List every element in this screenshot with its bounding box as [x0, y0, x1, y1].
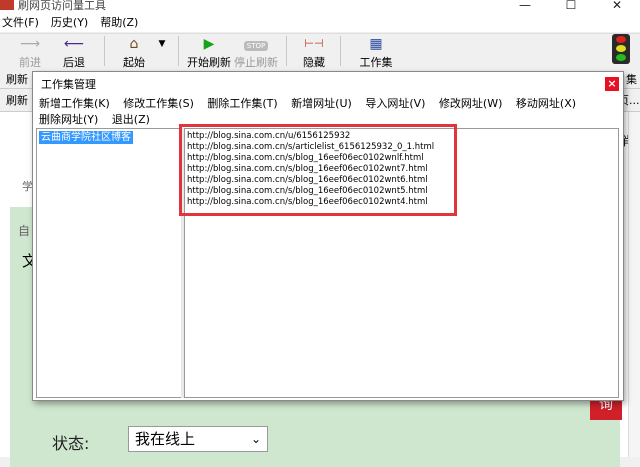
- chevron-down-icon: ⌄: [250, 432, 261, 446]
- stop-badge: STOP: [243, 41, 269, 51]
- play-icon: ▶: [203, 36, 215, 52]
- menu-file[interactable]: 文件(F): [2, 14, 39, 30]
- dialog-title: 工作集管理: [41, 78, 96, 91]
- chevron-down-icon: ▼: [158, 39, 166, 49]
- status-label: 状态:: [52, 434, 90, 453]
- app-logo-icon: [0, 0, 14, 10]
- maximize-button[interactable]: ☐: [548, 0, 594, 12]
- web-left-text-3: 自: [18, 224, 31, 238]
- page-scrollbar[interactable]: [628, 112, 640, 457]
- row1-right-label: 集: [626, 73, 637, 86]
- back-button[interactable]: ⟵ 后退: [54, 36, 94, 70]
- status-select[interactable]: 我在线上 ⌄: [128, 426, 268, 452]
- toolbar: ⟶ 前进 ⟵ 后退 ⌂ 起始 ▼ ▶ 开始刷新 STOP 停止刷新 ⊢⊣ 隐藏 …: [0, 33, 640, 69]
- menu-edit-url[interactable]: 修改网址(W): [439, 96, 502, 112]
- highlight-box: [179, 124, 457, 216]
- menu-history[interactable]: 历史(Y): [51, 14, 88, 30]
- menu-move-url[interactable]: 移动网址(X): [516, 96, 576, 112]
- hide-icon: ⊢⊣: [304, 37, 324, 50]
- workset-icon: ▦: [369, 36, 383, 52]
- menu-delete-url[interactable]: 删除网址(Y): [39, 112, 98, 128]
- toolbar-separator: [286, 36, 287, 66]
- menu-delete-workset[interactable]: 删除工作集(T): [207, 96, 277, 112]
- menu-bar: 文件(F) 历史(Y) 帮助(Z): [0, 12, 640, 32]
- menu-new-url[interactable]: 新增网址(U): [291, 96, 352, 112]
- stop-icon: STOP: [233, 36, 279, 52]
- tree-item-selected[interactable]: 云曲商学院社区博客: [39, 131, 133, 144]
- row1-left-label: 刷新: [6, 73, 28, 86]
- hide-button[interactable]: ⊢⊣ 隐藏: [297, 36, 331, 70]
- start-page-button[interactable]: ⌂ 起始: [116, 36, 152, 70]
- window-controls: — ☐ ✕: [502, 0, 640, 12]
- menu-edit-workset[interactable]: 修改工作集(S): [123, 96, 194, 112]
- start-refresh-button[interactable]: ▶ 开始刷新: [186, 36, 232, 70]
- close-button[interactable]: ✕: [594, 0, 640, 12]
- traffic-light-icon: [612, 34, 630, 64]
- arrow-left-icon: ⟵: [63, 36, 85, 52]
- toolbar-separator: [104, 36, 105, 66]
- menu-new-workset[interactable]: 新增工作集(K): [39, 96, 110, 112]
- menu-help[interactable]: 帮助(Z): [100, 14, 138, 30]
- home-icon: ⌂: [129, 36, 139, 52]
- title-bar: 刷网页访问量工具 — ☐ ✕: [0, 0, 640, 12]
- toolbar-separator: [340, 36, 341, 66]
- menu-exit[interactable]: 退出(Z): [112, 112, 150, 128]
- toolbar-separator: [178, 36, 179, 66]
- start-dropdown-button[interactable]: ▼: [155, 36, 169, 54]
- dialog-close-button[interactable]: ×: [605, 77, 619, 91]
- status-select-value: 我在线上: [135, 430, 196, 448]
- menu-import-url[interactable]: 导入网址(V): [365, 96, 425, 112]
- minimize-button[interactable]: —: [502, 0, 548, 12]
- workset-dialog: 工作集管理 × 新增工作集(K) 修改工作集(S) 删除工作集(T) 新增网址(…: [32, 71, 624, 401]
- row2-left-label: 刷新: [6, 94, 28, 107]
- forward-button[interactable]: ⟶ 前进: [10, 36, 50, 70]
- workset-tree[interactable]: 云曲商学院社区博客: [36, 128, 182, 398]
- workset-button[interactable]: ▦ 工作集: [356, 36, 396, 70]
- stop-refresh-button[interactable]: STOP 停止刷新: [233, 36, 279, 70]
- arrow-right-icon: ⟶: [19, 36, 41, 52]
